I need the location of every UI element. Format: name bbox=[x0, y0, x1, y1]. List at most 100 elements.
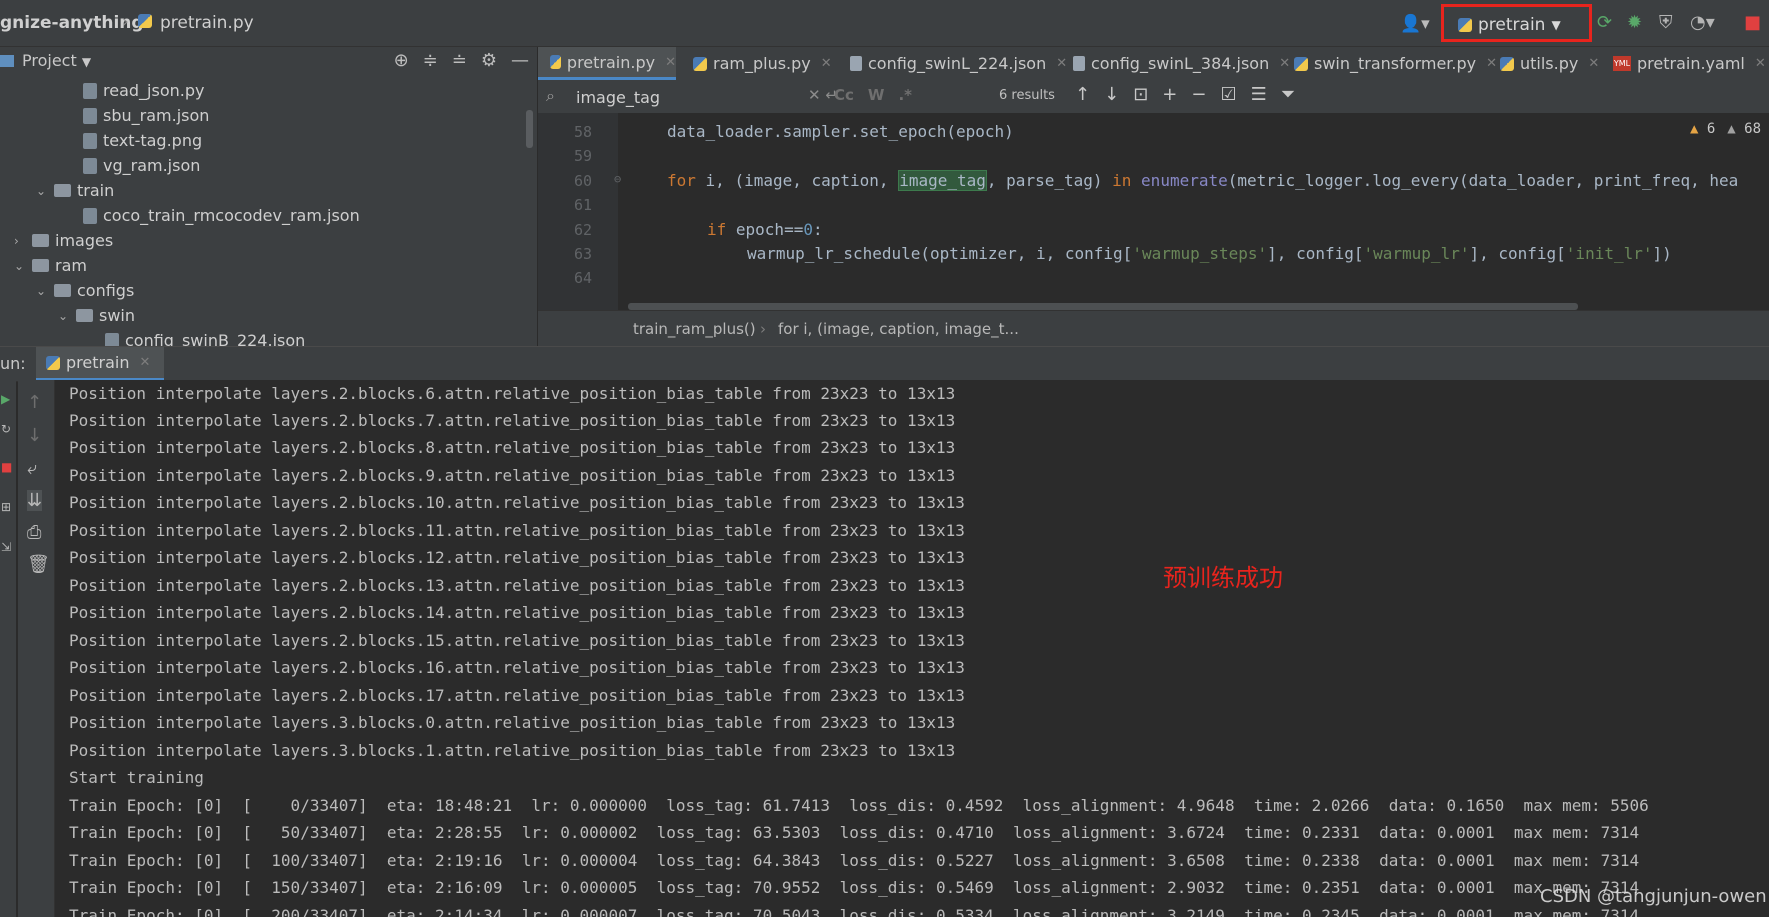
expand-all-icon[interactable]: ≑ bbox=[423, 50, 438, 71]
console-line: Position interpolate layers.3.blocks.1.a… bbox=[69, 741, 956, 760]
restore-layout-icon[interactable]: ⊞ bbox=[1, 500, 11, 514]
tab-config-swinl-224[interactable]: config_swinL_224.json ✕ bbox=[838, 47, 1067, 80]
regex-toggle[interactable]: .* bbox=[898, 86, 912, 104]
breadcrumb-loop[interactable]: for i, (image, caption, image_t... bbox=[778, 320, 1019, 338]
profile-icon[interactable]: ◔▾ bbox=[1690, 12, 1715, 33]
gear-icon[interactable]: ⚙ bbox=[481, 50, 497, 71]
run-label: un: bbox=[0, 354, 26, 373]
close-icon[interactable]: ✕ bbox=[1755, 56, 1766, 71]
close-icon[interactable]: ✕ bbox=[1588, 56, 1599, 71]
hide-icon[interactable]: — bbox=[511, 50, 529, 71]
tree-item[interactable]: text-tag.png bbox=[83, 128, 202, 153]
pin-icon[interactable]: ⇲ bbox=[1, 540, 11, 554]
match-case-toggle[interactable]: Cc bbox=[834, 86, 854, 104]
inspection-badges[interactable]: ▲ 6 ▲ 68 bbox=[1690, 121, 1761, 137]
tree-item-label: text-tag.png bbox=[103, 131, 203, 150]
chevron-down-icon[interactable]: ⌄ bbox=[36, 184, 48, 198]
tree-folder[interactable]: ⌄ configs bbox=[36, 278, 134, 303]
tree-item-label: read_json.py bbox=[103, 81, 205, 100]
chevron-down-icon: ▼ bbox=[1551, 18, 1561, 32]
tab-ram-plus-py[interactable]: ram_plus.py ✕ bbox=[681, 47, 832, 80]
python-icon bbox=[1458, 18, 1472, 32]
file-icon bbox=[83, 157, 97, 174]
tree-item[interactable]: vg_ram.json bbox=[83, 153, 200, 178]
locate-icon[interactable]: ⊕ bbox=[394, 50, 409, 71]
print-icon[interactable]: ⎙ bbox=[27, 522, 41, 543]
run-config-label: pretrain bbox=[1478, 15, 1546, 35]
console-line: Start training bbox=[69, 768, 204, 787]
tab-pretrain-py[interactable]: pretrain.py ✕ bbox=[538, 47, 676, 80]
trash-icon[interactable]: 🗑 bbox=[27, 554, 50, 575]
debug-icon[interactable]: ✹ bbox=[1627, 12, 1642, 33]
fold-icon[interactable]: ⊖ bbox=[614, 172, 621, 186]
run-panel-header: un: pretrain ✕ bbox=[0, 346, 1769, 382]
tab-pretrain-yaml[interactable]: YML pretrain.yaml ✕ bbox=[1601, 47, 1766, 80]
collapse-all-icon[interactable]: ≐ bbox=[452, 50, 467, 71]
python-icon bbox=[693, 56, 707, 71]
run-tab-pretrain[interactable]: pretrain ✕ bbox=[36, 347, 165, 381]
scroll-to-end-icon[interactable]: ⇊ bbox=[27, 490, 43, 511]
yaml-icon: YML bbox=[1613, 56, 1631, 71]
chevron-right-icon[interactable]: › bbox=[14, 234, 26, 248]
search-match: image_tag bbox=[898, 170, 987, 191]
rerun-icon[interactable]: ⟳ bbox=[1597, 12, 1612, 33]
tab-utils-py[interactable]: utils.py ✕ bbox=[1488, 47, 1599, 80]
project-panel-title[interactable]: Project ▼ bbox=[22, 51, 91, 70]
tree-item[interactable]: sbu_ram.json bbox=[83, 103, 209, 128]
tree-scrollbar[interactable] bbox=[526, 110, 533, 148]
rerun-icon[interactable]: ↻ bbox=[1, 422, 11, 436]
code-editor[interactable]: 58 59 60 61 62 63 64 ⊖ data_loader.sampl… bbox=[538, 113, 1769, 310]
soft-wrap-icon[interactable]: ⤶ bbox=[27, 458, 37, 479]
tab-swin-transformer-py[interactable]: swin_transformer.py ✕ bbox=[1282, 47, 1497, 80]
close-icon[interactable]: ✕ bbox=[821, 56, 832, 71]
tree-folder[interactable]: ⌄ train bbox=[36, 178, 114, 203]
tree-item[interactable]: coco_train_rmcocodev_ram.json bbox=[83, 203, 360, 228]
close-icon[interactable]: ✕ bbox=[139, 355, 150, 370]
wrap-icon[interactable]: ☰ bbox=[1251, 84, 1267, 105]
tree-item[interactable]: read_json.py bbox=[83, 78, 204, 103]
search-icon[interactable]: ⌕ bbox=[546, 86, 555, 106]
run-config-highlight-box: pretrain ▼ bbox=[1441, 4, 1592, 42]
run-config-selector[interactable]: pretrain ▼ bbox=[1458, 14, 1561, 36]
coverage-icon[interactable]: ⛨ bbox=[1659, 12, 1673, 33]
find-input[interactable] bbox=[574, 84, 808, 110]
stop-icon[interactable]: ■ bbox=[1, 460, 12, 474]
chevron-down-icon[interactable]: ⌄ bbox=[14, 259, 26, 273]
title-bar: gnize-anything › pretrain.py 👤▾ pretrain… bbox=[0, 0, 1769, 47]
chevron-down-icon[interactable]: ⌄ bbox=[58, 309, 70, 323]
tree-item-label: vg_ram.json bbox=[103, 156, 201, 175]
chevron-down-icon[interactable]: ⌄ bbox=[36, 284, 48, 298]
close-icon[interactable]: ✕ bbox=[665, 55, 676, 70]
filter-icon[interactable]: ⏷ bbox=[1281, 84, 1295, 105]
tree-item-label: configs bbox=[77, 281, 135, 300]
line-number: 58 bbox=[573, 123, 592, 141]
tree-folder[interactable]: ⌄ swin bbox=[58, 303, 135, 328]
tree-folder[interactable]: ⌄ ram bbox=[14, 253, 87, 278]
horizontal-scrollbar[interactable] bbox=[628, 303, 1578, 310]
watermark: CSDN @tangjunjun-owen bbox=[1540, 886, 1767, 907]
breadcrumb-function[interactable]: train_ram_plus() bbox=[633, 320, 756, 338]
run-icon[interactable]: ▶ bbox=[1, 392, 10, 406]
json-icon bbox=[1073, 56, 1085, 71]
line-number: 59 bbox=[573, 147, 592, 165]
console-output[interactable]: Position interpolate layers.2.blocks.6.a… bbox=[55, 380, 1769, 917]
stop-icon[interactable]: ■ bbox=[1744, 12, 1761, 33]
remove-occurrence-icon[interactable]: − bbox=[1191, 84, 1206, 105]
breadcrumb-file[interactable]: pretrain.py bbox=[160, 13, 254, 33]
tree-item-label: train bbox=[77, 181, 115, 200]
whole-word-toggle[interactable]: W bbox=[868, 86, 885, 104]
arrow-up-icon[interactable]: ↑ bbox=[1075, 84, 1090, 105]
code-line: data_loader.sampler.set_epoch(epoch) bbox=[667, 122, 1014, 141]
console-line: Position interpolate layers.2.blocks.11.… bbox=[69, 521, 965, 540]
tab-label: ram_plus.py bbox=[713, 54, 811, 73]
select-all-occurrences-icon[interactable]: ☑ bbox=[1220, 84, 1236, 105]
arrow-down-icon[interactable]: ↓ bbox=[27, 425, 42, 446]
tree-folder[interactable]: › images bbox=[14, 228, 113, 253]
open-in-window-icon[interactable]: ⊡ bbox=[1133, 84, 1148, 105]
arrow-down-icon[interactable]: ↓ bbox=[1104, 84, 1119, 105]
user-icon[interactable]: 👤▾ bbox=[1400, 14, 1430, 34]
add-occurrence-icon[interactable]: + bbox=[1162, 84, 1177, 105]
console-line: Position interpolate layers.2.blocks.12.… bbox=[69, 548, 965, 567]
tab-config-swinl-384[interactable]: config_swinL_384.json ✕ bbox=[1061, 47, 1290, 80]
arrow-up-icon[interactable]: ↑ bbox=[27, 392, 42, 413]
